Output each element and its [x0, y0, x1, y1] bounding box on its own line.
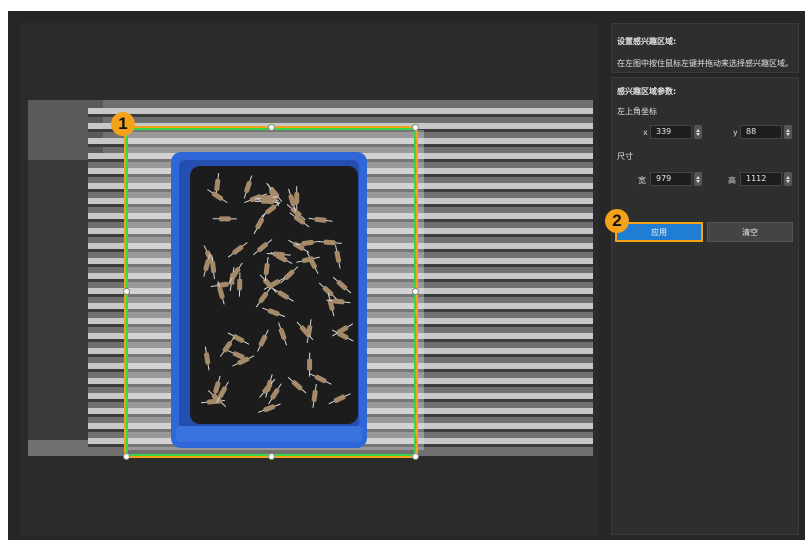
triangle-down-icon: [696, 179, 700, 183]
roi-handle-bottom-right[interactable]: [412, 453, 419, 460]
y-label: y: [733, 128, 738, 137]
height-input[interactable]: 1112: [740, 172, 782, 186]
triangle-up-icon: [696, 175, 700, 179]
x-label: x: [643, 128, 648, 137]
step-marker-2: 2: [605, 209, 629, 233]
x-spin-button[interactable]: [694, 125, 702, 139]
triangle-down-icon: [696, 132, 700, 136]
step-marker-1: 1: [111, 112, 135, 136]
roi-handle-bottom[interactable]: [268, 453, 275, 460]
roi-params-box: [611, 77, 799, 535]
roi-handle-top[interactable]: [268, 124, 275, 131]
roi-params-title: 感兴趣区域参数:: [617, 87, 677, 96]
size-label: 尺寸: [617, 152, 633, 161]
triangle-up-icon: [696, 128, 700, 132]
height-spin-button[interactable]: [784, 172, 792, 186]
roi-handle-top-right[interactable]: [412, 124, 419, 131]
roi-section-title: 设置感兴趣区域:: [617, 37, 677, 46]
top-left-coord-label: 左上角坐标: [617, 107, 657, 116]
width-spin-button[interactable]: [694, 172, 702, 186]
height-label: 高: [728, 176, 736, 185]
y-input[interactable]: 88: [740, 125, 782, 139]
roi-handle-left[interactable]: [123, 288, 130, 295]
triangle-down-icon: [786, 179, 790, 183]
roi-handle-bottom-left[interactable]: [123, 453, 130, 460]
clear-button[interactable]: 清空: [707, 222, 793, 242]
conveyor-slat: [88, 108, 593, 114]
y-spin-button[interactable]: [784, 125, 792, 139]
roi-handle-right[interactable]: [412, 288, 419, 295]
conveyor-gap: [88, 114, 593, 117]
triangle-up-icon: [786, 175, 790, 179]
x-input[interactable]: 339: [650, 125, 692, 139]
roi-instruction: 在左图中按住鼠标左键并拖动来选择感兴趣区域。: [617, 59, 793, 68]
triangle-down-icon: [786, 132, 790, 136]
roi-selection-frame[interactable]: [126, 128, 416, 456]
width-label: 宽: [638, 176, 646, 185]
triangle-up-icon: [786, 128, 790, 132]
width-input[interactable]: 979: [650, 172, 692, 186]
